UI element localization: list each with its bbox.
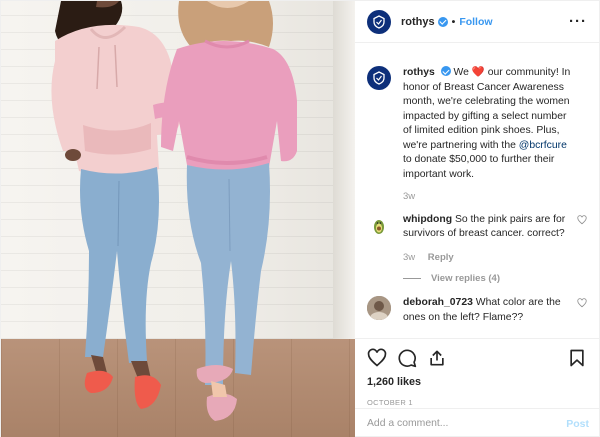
follow-button[interactable]: Follow xyxy=(459,16,492,28)
post-author-username[interactable]: rothys xyxy=(401,16,435,28)
share-icon[interactable] xyxy=(427,348,447,368)
rothys-logo-icon[interactable] xyxy=(367,66,391,90)
rothys-logo-icon[interactable] xyxy=(367,9,391,34)
post-photo[interactable] xyxy=(1,1,355,437)
more-options-icon[interactable]: ··· xyxy=(569,14,587,29)
comment-time[interactable]: 3w xyxy=(403,252,415,263)
comment-meta: 3w Reply xyxy=(403,251,573,266)
comment-username[interactable]: deborah_0723 xyxy=(403,297,473,308)
caption-text-start: We xyxy=(453,67,469,78)
add-comment-bar: Post xyxy=(355,408,600,437)
comment-icon[interactable] xyxy=(397,348,417,368)
models-illustration xyxy=(51,1,297,421)
comment-item: whipdong So the pink pairs are for survi… xyxy=(367,212,587,266)
caption-body: rothys We ❤️ our community! In honor of … xyxy=(403,66,587,205)
instagram-post: rothys • Follow ··· rothys We ❤️ our com… xyxy=(0,0,600,437)
verified-badge-icon xyxy=(440,66,451,76)
post-header: rothys • Follow ··· xyxy=(355,1,599,43)
caption-time[interactable]: 3w xyxy=(403,191,415,202)
likes-count[interactable]: 1,260 likes xyxy=(367,376,587,388)
comment-input[interactable] xyxy=(367,418,567,429)
caption-meta: 3w xyxy=(403,190,573,205)
red-heart-emoji-icon: ❤️ xyxy=(471,67,485,78)
mention-link[interactable]: @bcrfcure xyxy=(519,140,567,151)
comment-item: deborah_0723 What color are the ones on … xyxy=(367,296,587,325)
heart-icon[interactable] xyxy=(367,348,387,368)
comments-section[interactable]: rothys We ❤️ our community! In honor of … xyxy=(355,43,599,338)
commenter-avatar[interactable] xyxy=(367,212,391,237)
heart-icon[interactable] xyxy=(577,214,587,225)
heart-icon[interactable] xyxy=(577,298,587,308)
post-details-panel: rothys • Follow ··· rothys We ❤️ our com… xyxy=(355,1,600,437)
action-icons-row xyxy=(367,347,587,369)
comment-body: deborah_0723 What color are the ones on … xyxy=(403,296,587,325)
caption-username[interactable]: rothys xyxy=(403,67,435,78)
verified-badge-icon xyxy=(437,16,448,27)
reply-button[interactable]: Reply xyxy=(428,252,454,263)
view-replies-button[interactable]: View replies (4) xyxy=(403,273,587,284)
comment-username[interactable]: whipdong xyxy=(403,214,452,225)
caption-text-end: to donate $50,000 to further their impor… xyxy=(403,154,555,180)
caption: rothys We ❤️ our community! In honor of … xyxy=(367,66,587,205)
caption-text-middle: our community! In honor of Breast Cancer… xyxy=(403,67,571,151)
bookmark-icon[interactable] xyxy=(567,348,587,368)
commenter-avatar[interactable] xyxy=(367,296,391,320)
post-comment-button[interactable]: Post xyxy=(566,418,589,430)
separator-dot: • xyxy=(451,15,456,28)
post-date[interactable]: OCTOBER 1 xyxy=(367,398,587,407)
comment-body: whipdong So the pink pairs are for survi… xyxy=(403,213,587,266)
